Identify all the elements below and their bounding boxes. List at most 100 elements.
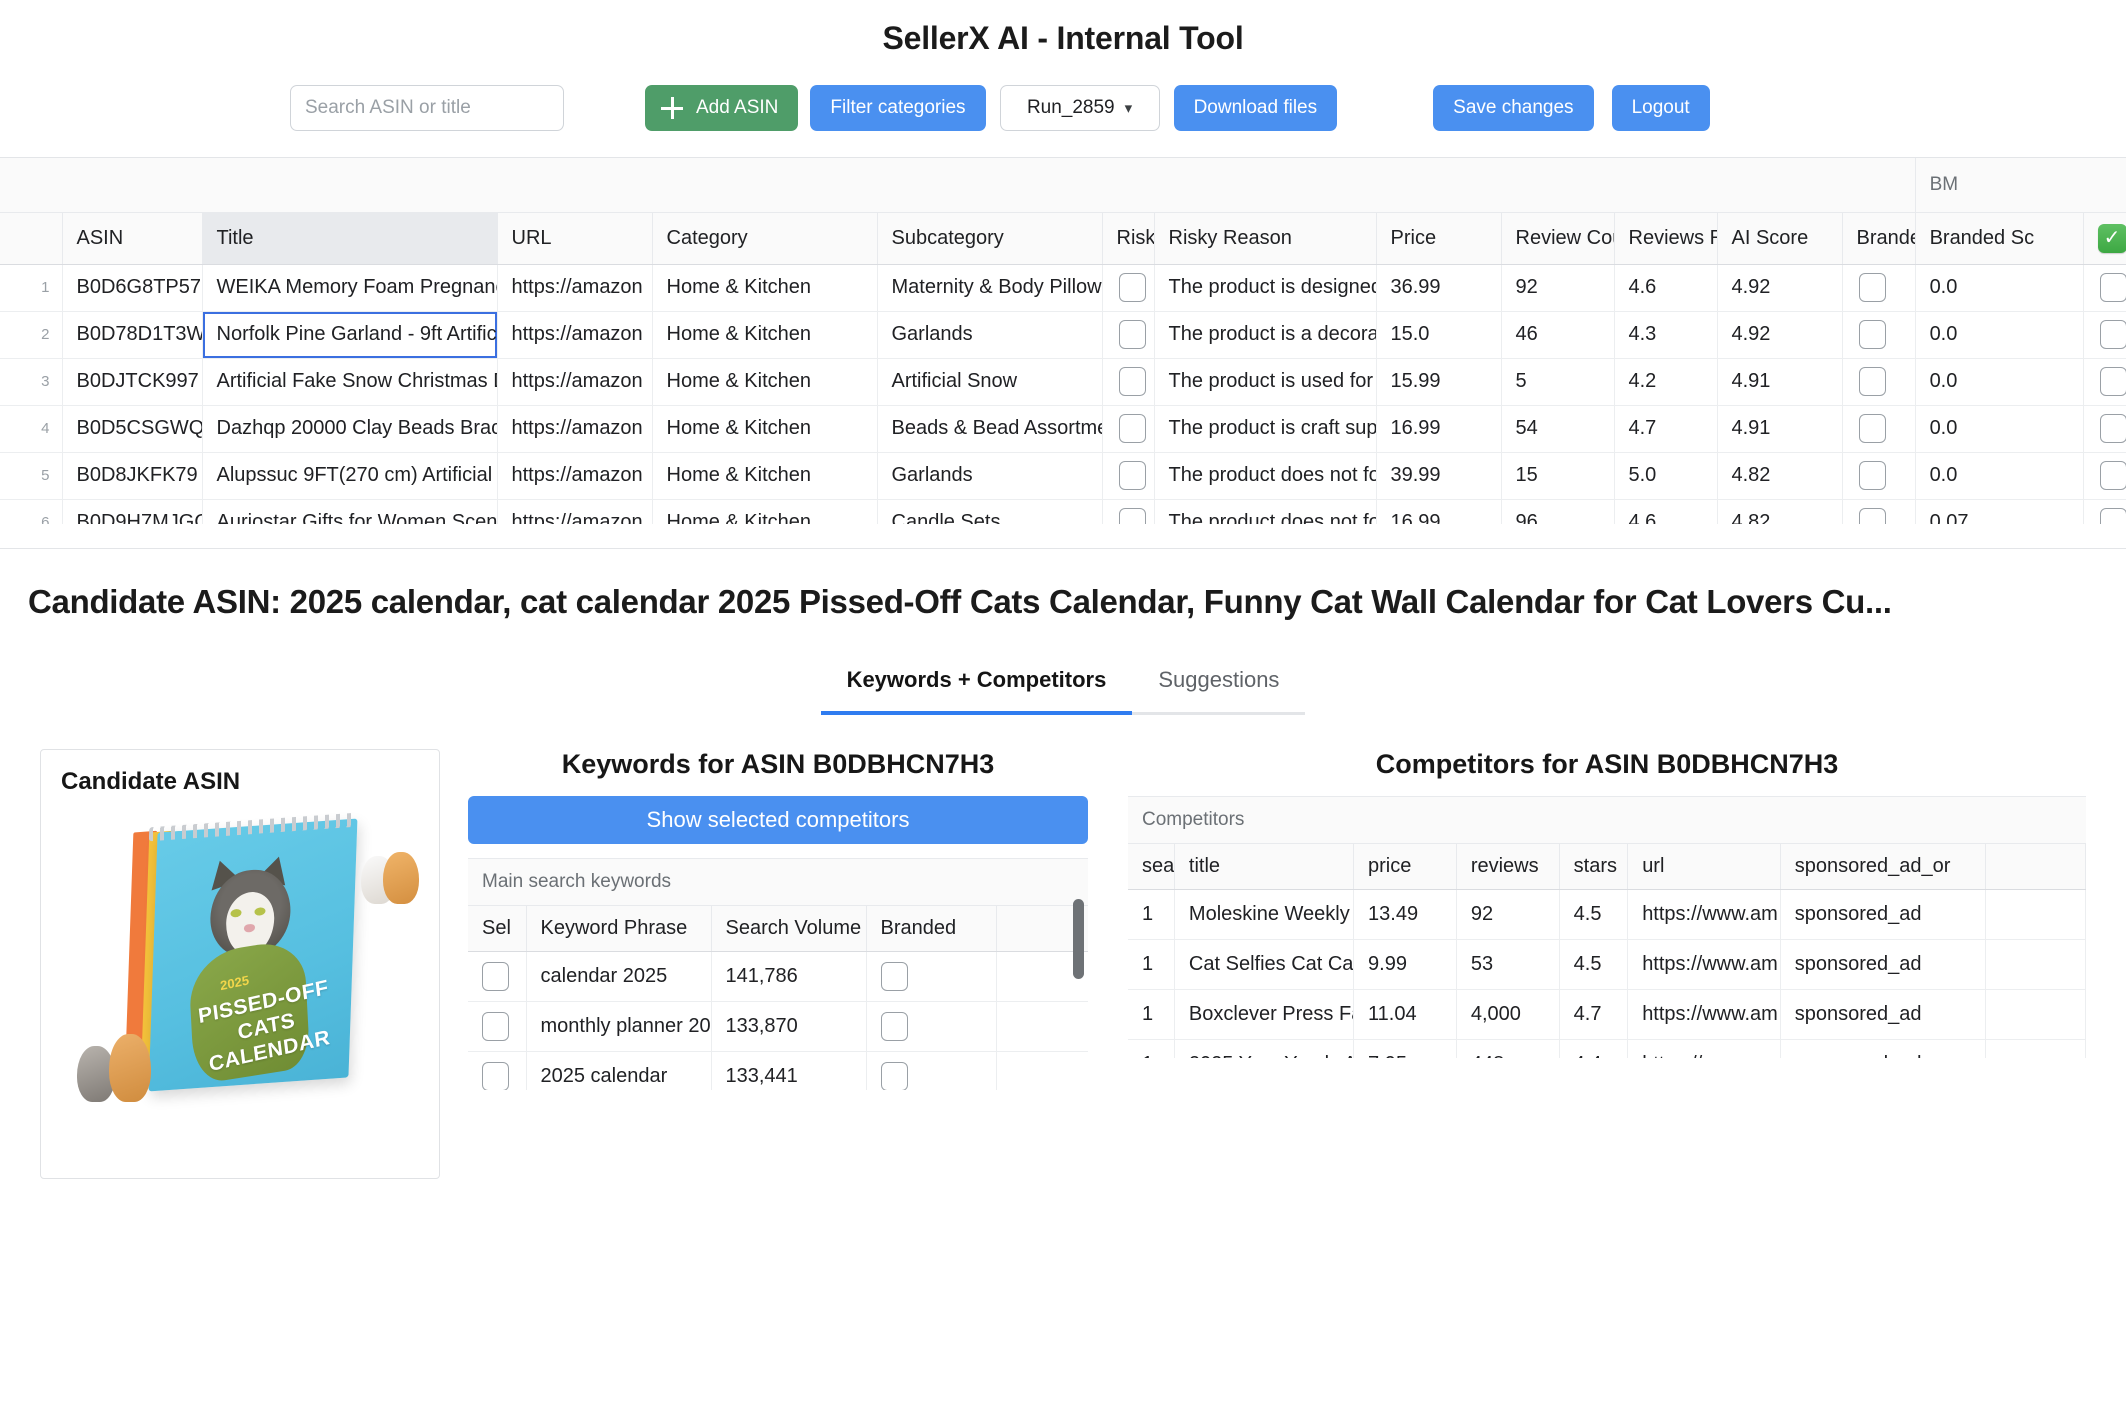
- cell-reviews-rating[interactable]: 4.6: [1614, 499, 1717, 524]
- competitors-header-stars[interactable]: stars: [1559, 843, 1628, 889]
- cell-bm[interactable]: [2083, 311, 2126, 358]
- competitors-header-sea[interactable]: sea: [1128, 843, 1174, 889]
- competitor-title[interactable]: Moleskine Weekly Plann: [1174, 889, 1353, 939]
- cell-branded[interactable]: [1842, 405, 1915, 452]
- branded-checkbox[interactable]: [1859, 414, 1886, 443]
- logout-button[interactable]: Logout: [1612, 85, 1710, 131]
- keyword-select-checkbox[interactable]: [482, 1062, 509, 1091]
- cell-risky-reason[interactable]: The product is a decora: [1154, 311, 1376, 358]
- grid-header-title[interactable]: Title: [202, 212, 497, 264]
- table-row[interactable]: 3 B0DJTCK997 Artificial Fake Snow Christ…: [0, 358, 2126, 405]
- list-item[interactable]: monthly planner 2025 133,870: [468, 1001, 1088, 1051]
- cell-ai-score[interactable]: 4.92: [1717, 264, 1842, 311]
- grid-header-asin[interactable]: ASIN: [62, 212, 202, 264]
- keyword-select-checkbox[interactable]: [482, 1012, 509, 1041]
- cell-branded-score[interactable]: 0.07: [1915, 499, 2083, 524]
- cell-branded[interactable]: [1842, 499, 1915, 524]
- cell-asin[interactable]: B0D8JKFK79: [62, 452, 202, 499]
- keyword-branded-cell[interactable]: [866, 951, 996, 1001]
- cell-price[interactable]: 39.99: [1376, 452, 1501, 499]
- branded-checkbox[interactable]: [1859, 367, 1886, 396]
- grid-header-risky[interactable]: Risky: [1102, 212, 1154, 264]
- cell-url[interactable]: https://amazon: [497, 358, 652, 405]
- cell-ai-score[interactable]: 4.82: [1717, 452, 1842, 499]
- competitor-sponsored[interactable]: sponsored_ad: [1780, 989, 1986, 1039]
- branded-checkbox[interactable]: [1859, 461, 1886, 490]
- cell-risky-reason[interactable]: The product does not fo: [1154, 499, 1376, 524]
- filter-categories-button[interactable]: Filter categories: [810, 85, 985, 131]
- keyword-select-cell[interactable]: [468, 1051, 526, 1090]
- bm-checkbox[interactable]: [2100, 508, 2126, 524]
- keyword-phrase[interactable]: monthly planner 2025: [526, 1001, 711, 1051]
- cell-review-count[interactable]: 92: [1501, 264, 1614, 311]
- list-item[interactable]: calendar 2025 141,786: [468, 951, 1088, 1001]
- competitor-sponsored[interactable]: sponsored_ad: [1780, 939, 1986, 989]
- cell-category[interactable]: Home & Kitchen: [652, 311, 877, 358]
- cell-branded[interactable]: [1842, 311, 1915, 358]
- branded-checkbox[interactable]: [1859, 508, 1886, 524]
- cell-branded-score[interactable]: 0.0: [1915, 452, 2083, 499]
- cell-asin[interactable]: B0DJTCK997: [62, 358, 202, 405]
- cell-title[interactable]: Norfolk Pine Garland - 9ft Artific: [202, 311, 497, 358]
- keyword-branded-checkbox[interactable]: [881, 1062, 908, 1091]
- keyword-select-cell[interactable]: [468, 1001, 526, 1051]
- keyword-phrase[interactable]: calendar 2025: [526, 951, 711, 1001]
- cell-risky-reason[interactable]: The product is designed: [1154, 264, 1376, 311]
- cell-branded-score[interactable]: 0.0: [1915, 264, 2083, 311]
- table-row[interactable]: 1 Cat Selfies Cat Calenda 9.99 53 4.5 ht…: [1128, 939, 2086, 989]
- keywords-header-phrase[interactable]: Keyword Phrase: [526, 905, 711, 951]
- cell-subcategory[interactable]: Garlands: [877, 452, 1102, 499]
- competitor-stars[interactable]: 4.5: [1559, 889, 1628, 939]
- risky-checkbox[interactable]: [1119, 320, 1146, 349]
- cell-price[interactable]: 16.99: [1376, 405, 1501, 452]
- cell-url[interactable]: https://amazon: [497, 405, 652, 452]
- table-row[interactable]: 5 B0D8JKFK79 Alupssuc 9FT(270 cm) Artifi…: [0, 452, 2126, 499]
- competitor-reviews[interactable]: 92: [1456, 889, 1559, 939]
- competitor-title[interactable]: Boxclever Press Family: [1174, 989, 1353, 1039]
- cell-url[interactable]: https://amazon: [497, 264, 652, 311]
- search-input[interactable]: [290, 85, 564, 131]
- cell-bm[interactable]: [2083, 499, 2126, 524]
- table-row[interactable]: 2 B0D78D1T3W Norfolk Pine Garland - 9ft …: [0, 311, 2126, 358]
- bm-checkbox[interactable]: [2100, 273, 2126, 302]
- cell-url[interactable]: https://amazon: [497, 452, 652, 499]
- competitors-table-scroll[interactable]: Competitors sea title price reviews star…: [1128, 796, 2086, 1058]
- keyword-phrase[interactable]: 2025 calendar: [526, 1051, 711, 1090]
- cell-review-count[interactable]: 96: [1501, 499, 1614, 524]
- cell-risky[interactable]: [1102, 452, 1154, 499]
- cell-subcategory[interactable]: Beads & Bead Assortme: [877, 405, 1102, 452]
- cell-bm[interactable]: [2083, 358, 2126, 405]
- table-row[interactable]: 4 B0D5CSGWQQ Dazhqp 20000 Clay Beads Bra…: [0, 405, 2126, 452]
- tab-suggestions[interactable]: Suggestions: [1132, 667, 1305, 715]
- bm-checkbox[interactable]: [2100, 461, 2126, 490]
- competitors-header-sponsored[interactable]: sponsored_ad_or: [1780, 843, 1986, 889]
- cell-bm[interactable]: [2083, 405, 2126, 452]
- cell-price[interactable]: 16.99: [1376, 499, 1501, 524]
- grid-header-branded-score[interactable]: Branded Sc: [1915, 212, 2083, 264]
- cell-subcategory[interactable]: Maternity & Body Pillow: [877, 264, 1102, 311]
- competitor-stars[interactable]: 4.7: [1559, 989, 1628, 1039]
- cell-asin[interactable]: B0D5CSGWQQ: [62, 405, 202, 452]
- table-row[interactable]: 1 Boxclever Press Family 11.04 4,000 4.7…: [1128, 989, 2086, 1039]
- keyword-branded-checkbox[interactable]: [881, 962, 908, 991]
- cell-reviews-rating[interactable]: 4.7: [1614, 405, 1717, 452]
- competitors-header-price[interactable]: price: [1354, 843, 1457, 889]
- risky-checkbox[interactable]: [1119, 414, 1146, 443]
- branded-checkbox[interactable]: [1859, 273, 1886, 302]
- cell-reviews-rating[interactable]: 4.6: [1614, 264, 1717, 311]
- competitors-header-title[interactable]: title: [1174, 843, 1353, 889]
- competitor-url[interactable]: https://www.am: [1628, 1039, 1781, 1058]
- risky-checkbox[interactable]: [1119, 367, 1146, 396]
- cell-branded[interactable]: [1842, 358, 1915, 405]
- bm-checkbox[interactable]: [2100, 320, 2126, 349]
- competitor-sponsored[interactable]: sponsored_ad: [1780, 1039, 1986, 1058]
- cell-category[interactable]: Home & Kitchen: [652, 452, 877, 499]
- cell-review-count[interactable]: 54: [1501, 405, 1614, 452]
- keywords-table-scroll[interactable]: Main search keywords Sel Keyword Phrase …: [468, 858, 1088, 1090]
- cell-category[interactable]: Home & Kitchen: [652, 264, 877, 311]
- competitors-header-reviews[interactable]: reviews: [1456, 843, 1559, 889]
- risky-checkbox[interactable]: [1119, 273, 1146, 302]
- keywords-scrollbar-thumb[interactable]: [1073, 899, 1084, 979]
- keyword-branded-cell[interactable]: [866, 1001, 996, 1051]
- keywords-header-select[interactable]: Sel: [468, 905, 526, 951]
